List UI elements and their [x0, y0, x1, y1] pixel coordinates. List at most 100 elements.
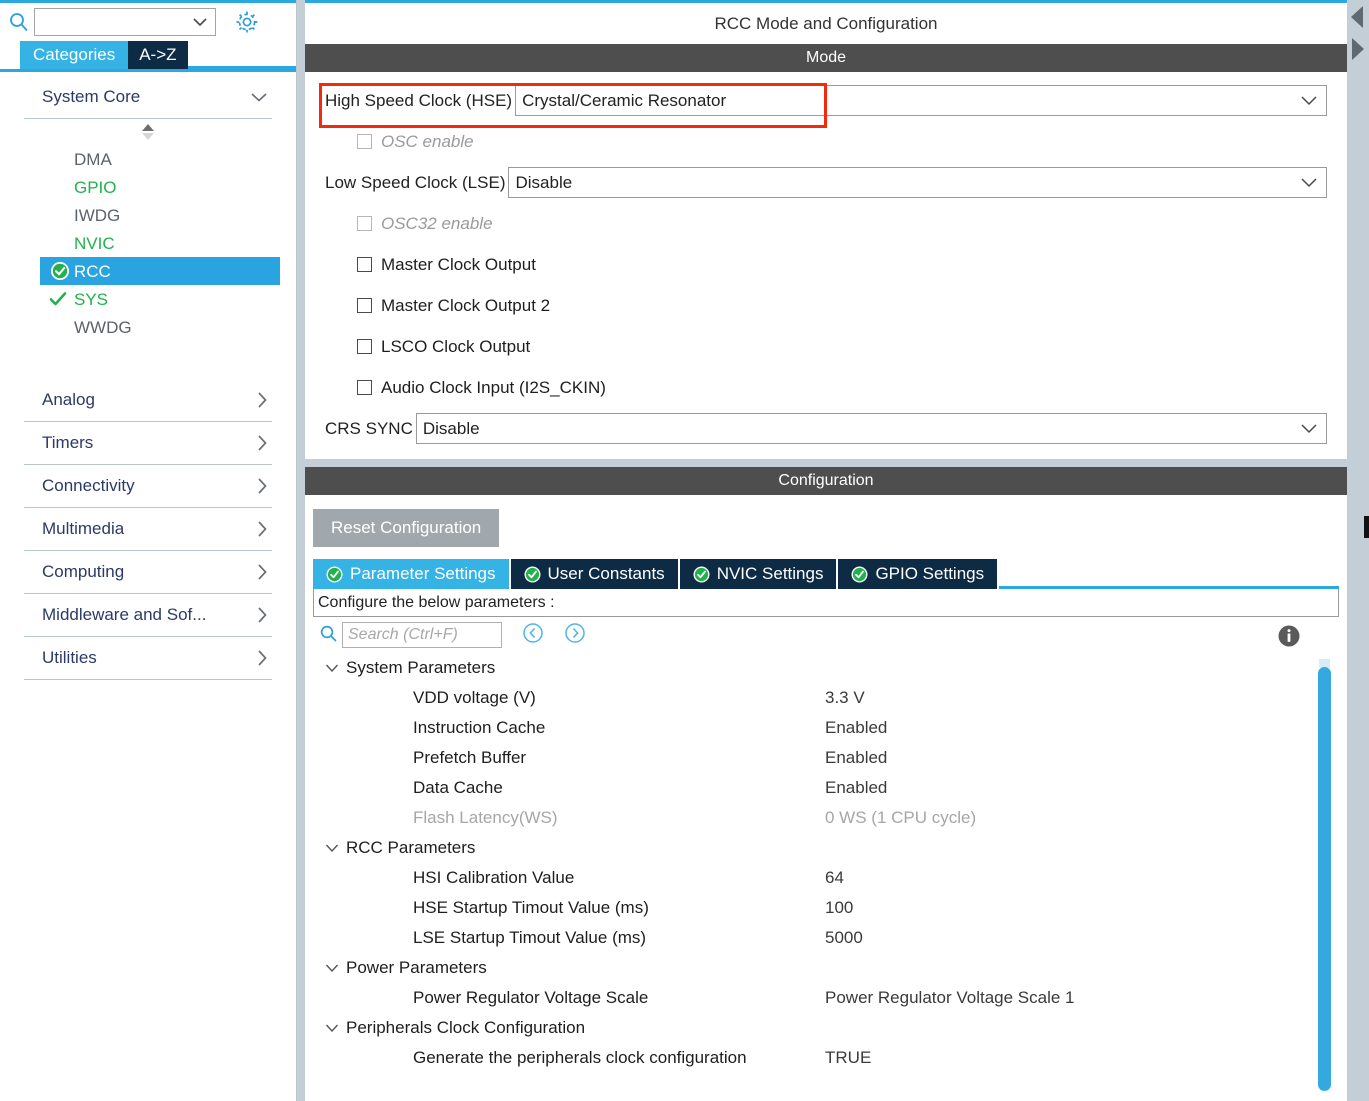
- osc-enable-checkbox[interactable]: [357, 134, 372, 149]
- triangle-left-icon[interactable]: [1349, 4, 1366, 34]
- tab-user-constants[interactable]: User Constants: [510, 559, 680, 589]
- audio-clock-input-row[interactable]: Audio Clock Input (I2S_CKIN): [325, 367, 1327, 408]
- sidebar-item-rcc[interactable]: RCC: [40, 257, 280, 285]
- chevron-right-icon: [258, 435, 267, 451]
- param-row-hsi-calibration[interactable]: HSI Calibration Value 64: [325, 863, 1339, 893]
- param-row-vdd-voltage[interactable]: VDD voltage (V) 3.3 V: [325, 683, 1339, 713]
- param-name: LSE Startup Timout Value (ms): [413, 928, 647, 947]
- chevron-right-circle-icon[interactable]: [564, 622, 586, 648]
- audio-clock-input-checkbox[interactable]: [357, 380, 372, 395]
- tab-a-to-z[interactable]: A->Z: [128, 41, 188, 69]
- osc32-enable-label: OSC32 enable: [381, 213, 493, 233]
- sidebar-search-input[interactable]: [34, 7, 216, 36]
- sidebar-item-nvic[interactable]: NVIC: [20, 229, 276, 257]
- info-icon[interactable]: [1277, 624, 1301, 652]
- lsco-clock-output-checkbox[interactable]: [357, 339, 372, 354]
- chevron-right-icon: [258, 478, 267, 494]
- item-label: NVIC: [74, 233, 115, 253]
- master-clock-output-2-row[interactable]: Master Clock Output 2: [325, 285, 1327, 326]
- chevron-down-icon: [325, 664, 339, 672]
- group-label: Computing: [42, 562, 125, 581]
- chevron-left-circle-icon[interactable]: [522, 622, 544, 648]
- param-row-generate-peripherals-clock-configuration[interactable]: Generate the peripherals clock configura…: [325, 1043, 1339, 1073]
- sidebar-item-wwdg[interactable]: WWDG: [20, 313, 276, 341]
- parameter-list-scrollbar[interactable]: [1318, 659, 1331, 1091]
- group-system-core[interactable]: System Core: [20, 76, 276, 118]
- sidebar-item-iwdg[interactable]: IWDG: [20, 201, 276, 229]
- master-clock-output-checkbox[interactable]: [357, 257, 372, 272]
- scrollbar-thumb[interactable]: [1318, 667, 1331, 1091]
- param-value: 5000: [825, 928, 863, 947]
- crs-sync-value: Disable: [422, 419, 480, 438]
- osc-enable-row[interactable]: OSC enable: [325, 121, 1327, 162]
- lsco-clock-output-label: LSCO Clock Output: [381, 336, 531, 356]
- param-group-peripherals-clock-configuration[interactable]: Peripherals Clock Configuration: [325, 1013, 1339, 1043]
- check-circle-icon: [851, 566, 868, 582]
- sidebar-item-dma[interactable]: DMA: [20, 145, 276, 173]
- group-middleware[interactable]: Middleware and Sof...: [20, 594, 276, 636]
- sidebar-tabs: Categories A->Z: [0, 39, 296, 69]
- param-row-prefetch-buffer[interactable]: Prefetch Buffer Enabled: [325, 743, 1339, 773]
- tab-categories[interactable]: Categories: [20, 41, 129, 69]
- osc32-enable-checkbox[interactable]: [357, 216, 372, 231]
- group-connectivity[interactable]: Connectivity: [20, 465, 276, 507]
- reset-configuration-button[interactable]: Reset Configuration: [313, 509, 500, 547]
- sidebar-item-sys[interactable]: SYS: [20, 285, 276, 313]
- hse-label: High Speed Clock (HSE): [325, 90, 513, 110]
- lse-value: Disable: [515, 173, 573, 192]
- crs-sync-label: CRS SYNC: [325, 418, 413, 438]
- param-group-system-parameters[interactable]: System Parameters: [325, 653, 1339, 683]
- parameter-search-input[interactable]: Search (Ctrl+F): [342, 622, 502, 648]
- group-label: Middleware and Sof...: [42, 605, 207, 624]
- master-clock-output-row[interactable]: Master Clock Output: [325, 244, 1327, 285]
- gear-icon[interactable]: [234, 9, 260, 35]
- tab-parameter-settings[interactable]: Parameter Settings: [313, 559, 511, 589]
- param-row-instruction-cache[interactable]: Instruction Cache Enabled: [325, 713, 1339, 743]
- tab-nvic-settings[interactable]: NVIC Settings: [679, 559, 839, 589]
- group-label: Connectivity: [42, 476, 135, 495]
- param-name: Instruction Cache: [413, 718, 546, 737]
- group-timers[interactable]: Timers: [20, 422, 276, 464]
- param-name: Generate the peripherals clock configura…: [413, 1048, 747, 1067]
- param-group-power-parameters[interactable]: Power Parameters: [325, 953, 1339, 983]
- lse-dropdown[interactable]: Disable: [508, 167, 1327, 198]
- group-label: Timers: [42, 433, 94, 452]
- panel-gutter: [297, 0, 305, 1101]
- triangle-right-icon[interactable]: [1349, 36, 1366, 66]
- sidebar-item-gpio[interactable]: GPIO: [20, 173, 276, 201]
- divider: [24, 679, 272, 680]
- master-clock-output-2-checkbox[interactable]: [357, 298, 372, 313]
- param-value: 0 WS (1 CPU cycle): [825, 808, 977, 827]
- hse-row: High Speed Clock (HSE) Crystal/Ceramic R…: [325, 80, 1327, 121]
- group-label: System Core: [42, 87, 141, 106]
- param-row-power-regulator-voltage-scale[interactable]: Power Regulator Voltage Scale Power Regu…: [325, 983, 1339, 1013]
- param-group-rcc-parameters[interactable]: RCC Parameters: [325, 833, 1339, 863]
- param-value: Enabled: [825, 778, 888, 797]
- hse-value: Crystal/Ceramic Resonator: [522, 91, 727, 110]
- group-multimedia[interactable]: Multimedia: [20, 508, 276, 550]
- param-name: Data Cache: [413, 778, 503, 797]
- right-rail: [1347, 0, 1369, 1101]
- tab-label: NVIC Settings: [716, 564, 824, 583]
- configuration-body: Reset Configuration Parameter Settings U…: [305, 495, 1347, 1101]
- group-analog[interactable]: Analog: [20, 379, 276, 421]
- hse-dropdown[interactable]: Crystal/Ceramic Resonator: [515, 85, 1327, 116]
- param-row-hse-startup-timeout[interactable]: HSE Startup Timout Value (ms) 100: [325, 893, 1339, 923]
- tree-scroll-spinner[interactable]: [20, 119, 276, 145]
- osc32-enable-row[interactable]: OSC32 enable: [325, 203, 1327, 244]
- param-row-data-cache[interactable]: Data Cache Enabled: [325, 773, 1339, 803]
- param-row-lse-startup-timeout[interactable]: LSE Startup Timout Value (ms) 5000: [325, 923, 1339, 953]
- lsco-clock-output-row[interactable]: LSCO Clock Output: [325, 326, 1327, 367]
- crs-sync-dropdown[interactable]: Disable: [415, 413, 1327, 444]
- search-icon: [8, 11, 30, 33]
- item-label: RCC: [74, 261, 111, 281]
- param-value: 64: [825, 868, 844, 887]
- group-utilities[interactable]: Utilities: [20, 637, 276, 679]
- tab-gpio-settings[interactable]: GPIO Settings: [838, 559, 1000, 589]
- group-computing[interactable]: Computing: [20, 551, 276, 593]
- param-row-flash-latency: Flash Latency(WS) 0 WS (1 CPU cycle): [325, 803, 1339, 833]
- master-clock-output-label: Master Clock Output: [381, 254, 536, 274]
- check-circle-icon: [50, 261, 70, 281]
- parameter-search-row: Search (Ctrl+F): [313, 617, 1339, 653]
- rcc-config-area: RCC Mode and Configuration Mode High Spe…: [305, 0, 1347, 1101]
